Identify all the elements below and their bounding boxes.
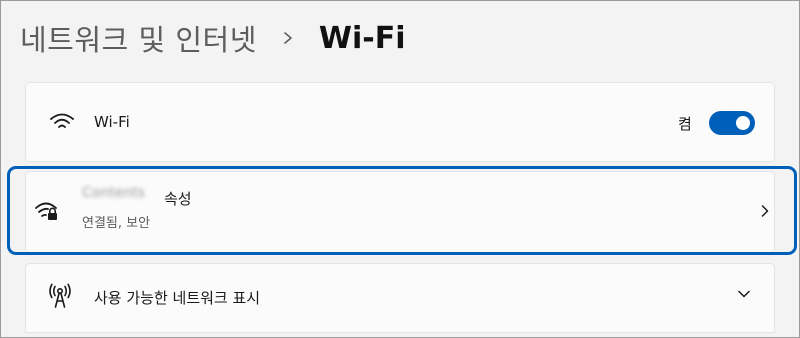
breadcrumb-parent-link[interactable]: 네트워크 및 인터넷	[20, 17, 257, 59]
wifi-toggle-switch[interactable]	[709, 111, 755, 135]
wifi-toggle-row[interactable]: Wi-Fi 켬	[25, 82, 775, 162]
chevron-right-icon	[759, 203, 771, 219]
antenna-icon	[48, 282, 72, 310]
toggle-state-label: 켬	[678, 115, 692, 133]
wifi-secured-icon	[34, 200, 60, 224]
network-properties-row[interactable]: Contents 속성 연결됨, 보안	[25, 171, 775, 253]
wifi-row-label: Wi-Fi	[94, 113, 130, 131]
breadcrumb: 네트워크 및 인터넷 Wi-Fi	[20, 15, 406, 61]
chevron-down-icon[interactable]	[736, 288, 752, 300]
page-title: Wi-Fi	[318, 20, 406, 56]
wifi-icon	[48, 111, 76, 133]
network-properties-label: 속성	[164, 190, 192, 208]
chevron-right-icon	[279, 29, 297, 47]
available-networks-label: 사용 가능한 네트워크 표시	[94, 289, 261, 307]
network-name: Contents	[82, 185, 145, 201]
toggle-knob	[736, 116, 750, 130]
network-status-text: 연결됨, 보안	[82, 216, 151, 231]
settings-window: 네트워크 및 인터넷 Wi-Fi Wi-Fi 켬 Contents 속성 연결됨…	[0, 0, 800, 338]
available-networks-row[interactable]: 사용 가능한 네트워크 표시	[25, 263, 775, 333]
